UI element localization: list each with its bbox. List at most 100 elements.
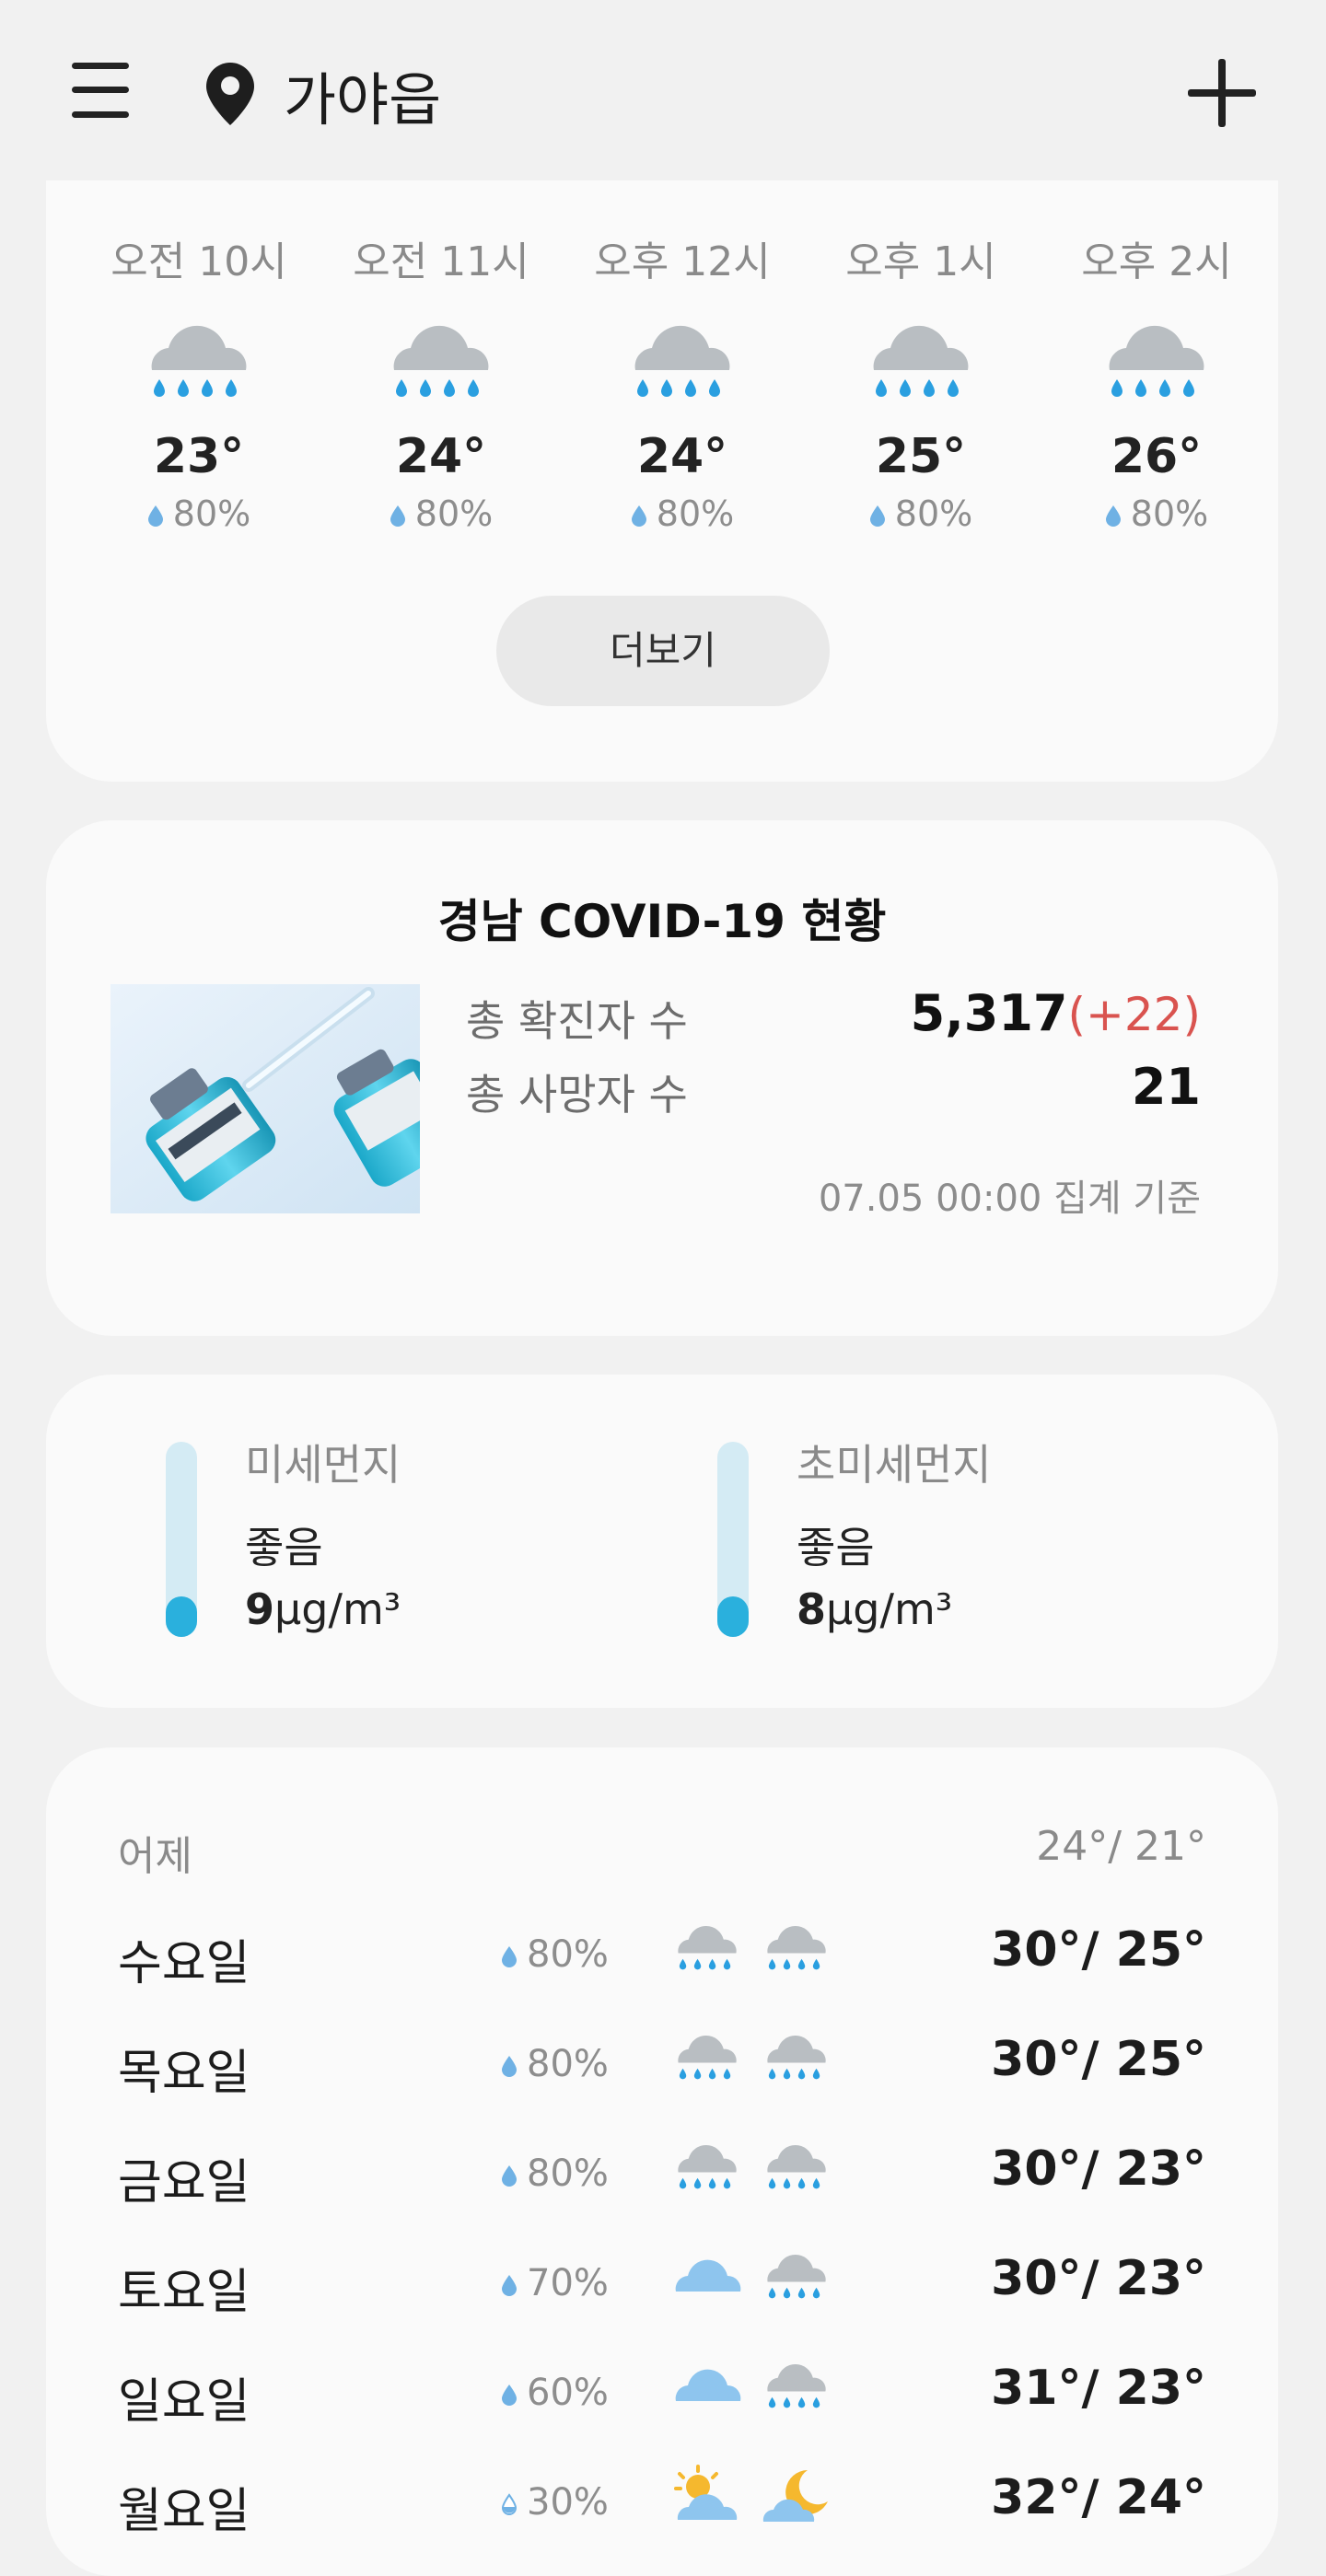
more-button[interactable]: 더보기 [496,596,830,706]
hourly-overflow-clip: 오후 2시 26° 80% [1041,180,1260,604]
rain-cloud-icon [760,1915,833,1981]
add-location-icon[interactable] [1188,59,1256,127]
update-timestamp: 07.05 00:00 집계 기준 [818,1178,1201,1220]
air-quality-card[interactable]: 미세먼지 좋음 9μg/m³ 초미세먼지 좋음 8μg/m³ [46,1375,1278,1708]
ultrafine-dust-gauge [717,1442,749,1637]
raindrop-icon [501,2274,518,2296]
day-name: 금요일 [118,2155,250,2210]
day-name: 수요일 [118,1936,250,1991]
cloud-icon [670,2353,744,2419]
hourly-temp: 25° [875,429,967,484]
rain-cloud-icon [139,315,259,409]
hourly-pop: 80% [656,493,735,534]
partly-cloudy-night-icon [760,2463,833,2529]
day-temp: 32°/ 24° [991,2470,1206,2525]
rain-cloud-icon [760,2353,833,2419]
rain-cloud-icon [622,315,742,409]
location-title[interactable]: 가야읍 [284,53,441,136]
day-name: 목요일 [118,2046,250,2101]
hourly-time: 오후 12시 [594,238,771,285]
hourly-item: 오후 12시 24° 80% [563,228,802,534]
deaths-count: 21 [1131,1058,1201,1116]
day-name: 월요일 [118,2484,250,2539]
raindrop-icon [631,505,647,527]
daily-row[interactable]: 토요일 70% 30°/ 23° [46,2242,1278,2334]
ultrafine-dust-label: 초미세먼지 [797,1440,992,1490]
hourly-item: 오후 2시 26° 80% [1041,228,1260,534]
hourly-pop: 80% [414,493,494,534]
covid-title: 경남 COVID-19 현황 [437,895,887,948]
partly-sunny-icon [670,2463,744,2529]
hourly-item: 오전 11시 24° 80% [321,228,561,534]
hourly-forecast-card: 오전 10시 23° 80% 오전 11시 24° 80% 오후 12시 24°… [46,180,1278,782]
raindrop-icon [501,2055,518,2077]
vaccine-image [110,984,420,1213]
fine-dust-status: 좋음 [245,1523,323,1572]
daily-row[interactable]: 월요일 30% 32°/ 24° [46,2461,1278,2553]
confirmed-label: 총 확진자 수 [466,996,688,1046]
hourly-temp: 23° [153,429,245,484]
rain-cloud-icon [760,2134,833,2200]
raindrop-icon [501,1945,518,1967]
day-pop: 80% [527,2043,609,2085]
rain-cloud-icon [670,2025,744,2091]
day-temp: 31°/ 23° [991,2361,1206,2416]
rain-cloud-icon [670,1915,744,1981]
hourly-temp: 24° [395,429,487,484]
confirmed-delta: (+22) [1067,988,1201,1041]
weekly-forecast-card: 어제 24°/ 21° 수요일 80% 30°/ 25° 목요일 80% 30°… [46,1747,1278,2576]
daily-row[interactable]: 목요일 80% 30°/ 25° [46,2023,1278,2115]
cloud-icon [670,2244,744,2310]
hourly-item: 오전 10시 23° 80% [79,228,319,534]
top-app-bar: 가야읍 [0,0,1326,180]
rain-cloud-icon [760,2025,833,2091]
raindrop-outline-icon [501,2493,518,2515]
hourly-pop: 80% [894,493,973,534]
confirmed-count: 5,317(+22) [910,984,1201,1042]
day-temp: 30°/ 25° [991,2032,1206,2087]
hourly-temp: 24° [636,429,728,484]
day-pop: 60% [527,2372,609,2414]
deaths-label: 총 사망자 수 [466,1070,688,1120]
day-temp: 30°/ 25° [991,1922,1206,1978]
hourly-time: 오전 11시 [353,238,529,285]
raindrop-icon [390,505,406,527]
fine-dust-gauge [166,1442,197,1637]
rain-cloud-icon [670,2134,744,2200]
day-pop: 70% [527,2262,609,2304]
daily-row[interactable]: 일요일 60% 31°/ 23° [46,2351,1278,2443]
hourly-pop: 80% [172,493,251,534]
raindrop-icon [869,505,886,527]
yesterday-temp: 24°/ 21° [1036,1823,1206,1870]
rain-cloud-icon [760,2244,833,2310]
daily-row[interactable]: 수요일 80% 30°/ 25° [46,1913,1278,2005]
hourly-item: 오후 1시 25° 80% [801,228,1041,534]
fine-dust-value: 9μg/m³ [245,1584,401,1634]
daily-row[interactable]: 금요일 80% 30°/ 23° [46,2132,1278,2224]
rain-cloud-icon [1097,315,1216,409]
hourly-time: 오후 1시 [845,238,996,285]
rain-cloud-icon [861,315,981,409]
gauge-fill [166,1596,197,1637]
raindrop-icon [1105,505,1122,527]
raindrop-icon [501,2384,518,2406]
hourly-time: 오후 2시 [1081,238,1232,285]
raindrop-icon [147,505,164,527]
location-pin-icon [206,63,254,125]
day-temp: 30°/ 23° [991,2251,1206,2306]
menu-icon[interactable] [68,61,133,120]
raindrop-icon [501,2164,518,2187]
day-name: 일요일 [118,2374,250,2430]
day-pop: 30% [527,2481,609,2524]
rain-cloud-icon [381,315,501,409]
ultrafine-dust-status: 좋음 [797,1523,875,1572]
hourly-pop: 80% [1130,493,1209,534]
day-name: 토요일 [118,2265,250,2320]
ultrafine-dust-value: 8μg/m³ [797,1584,953,1634]
covid-status-card[interactable]: 경남 COVID-19 현황 총 확진자 수 5,317(+22) 총 사망자 … [46,820,1278,1336]
day-pop: 80% [527,1933,609,1976]
yesterday-label: 어제 [118,1833,192,1880]
hourly-temp: 26° [1111,429,1203,484]
day-pop: 80% [527,2152,609,2195]
day-temp: 30°/ 23° [991,2141,1206,2197]
